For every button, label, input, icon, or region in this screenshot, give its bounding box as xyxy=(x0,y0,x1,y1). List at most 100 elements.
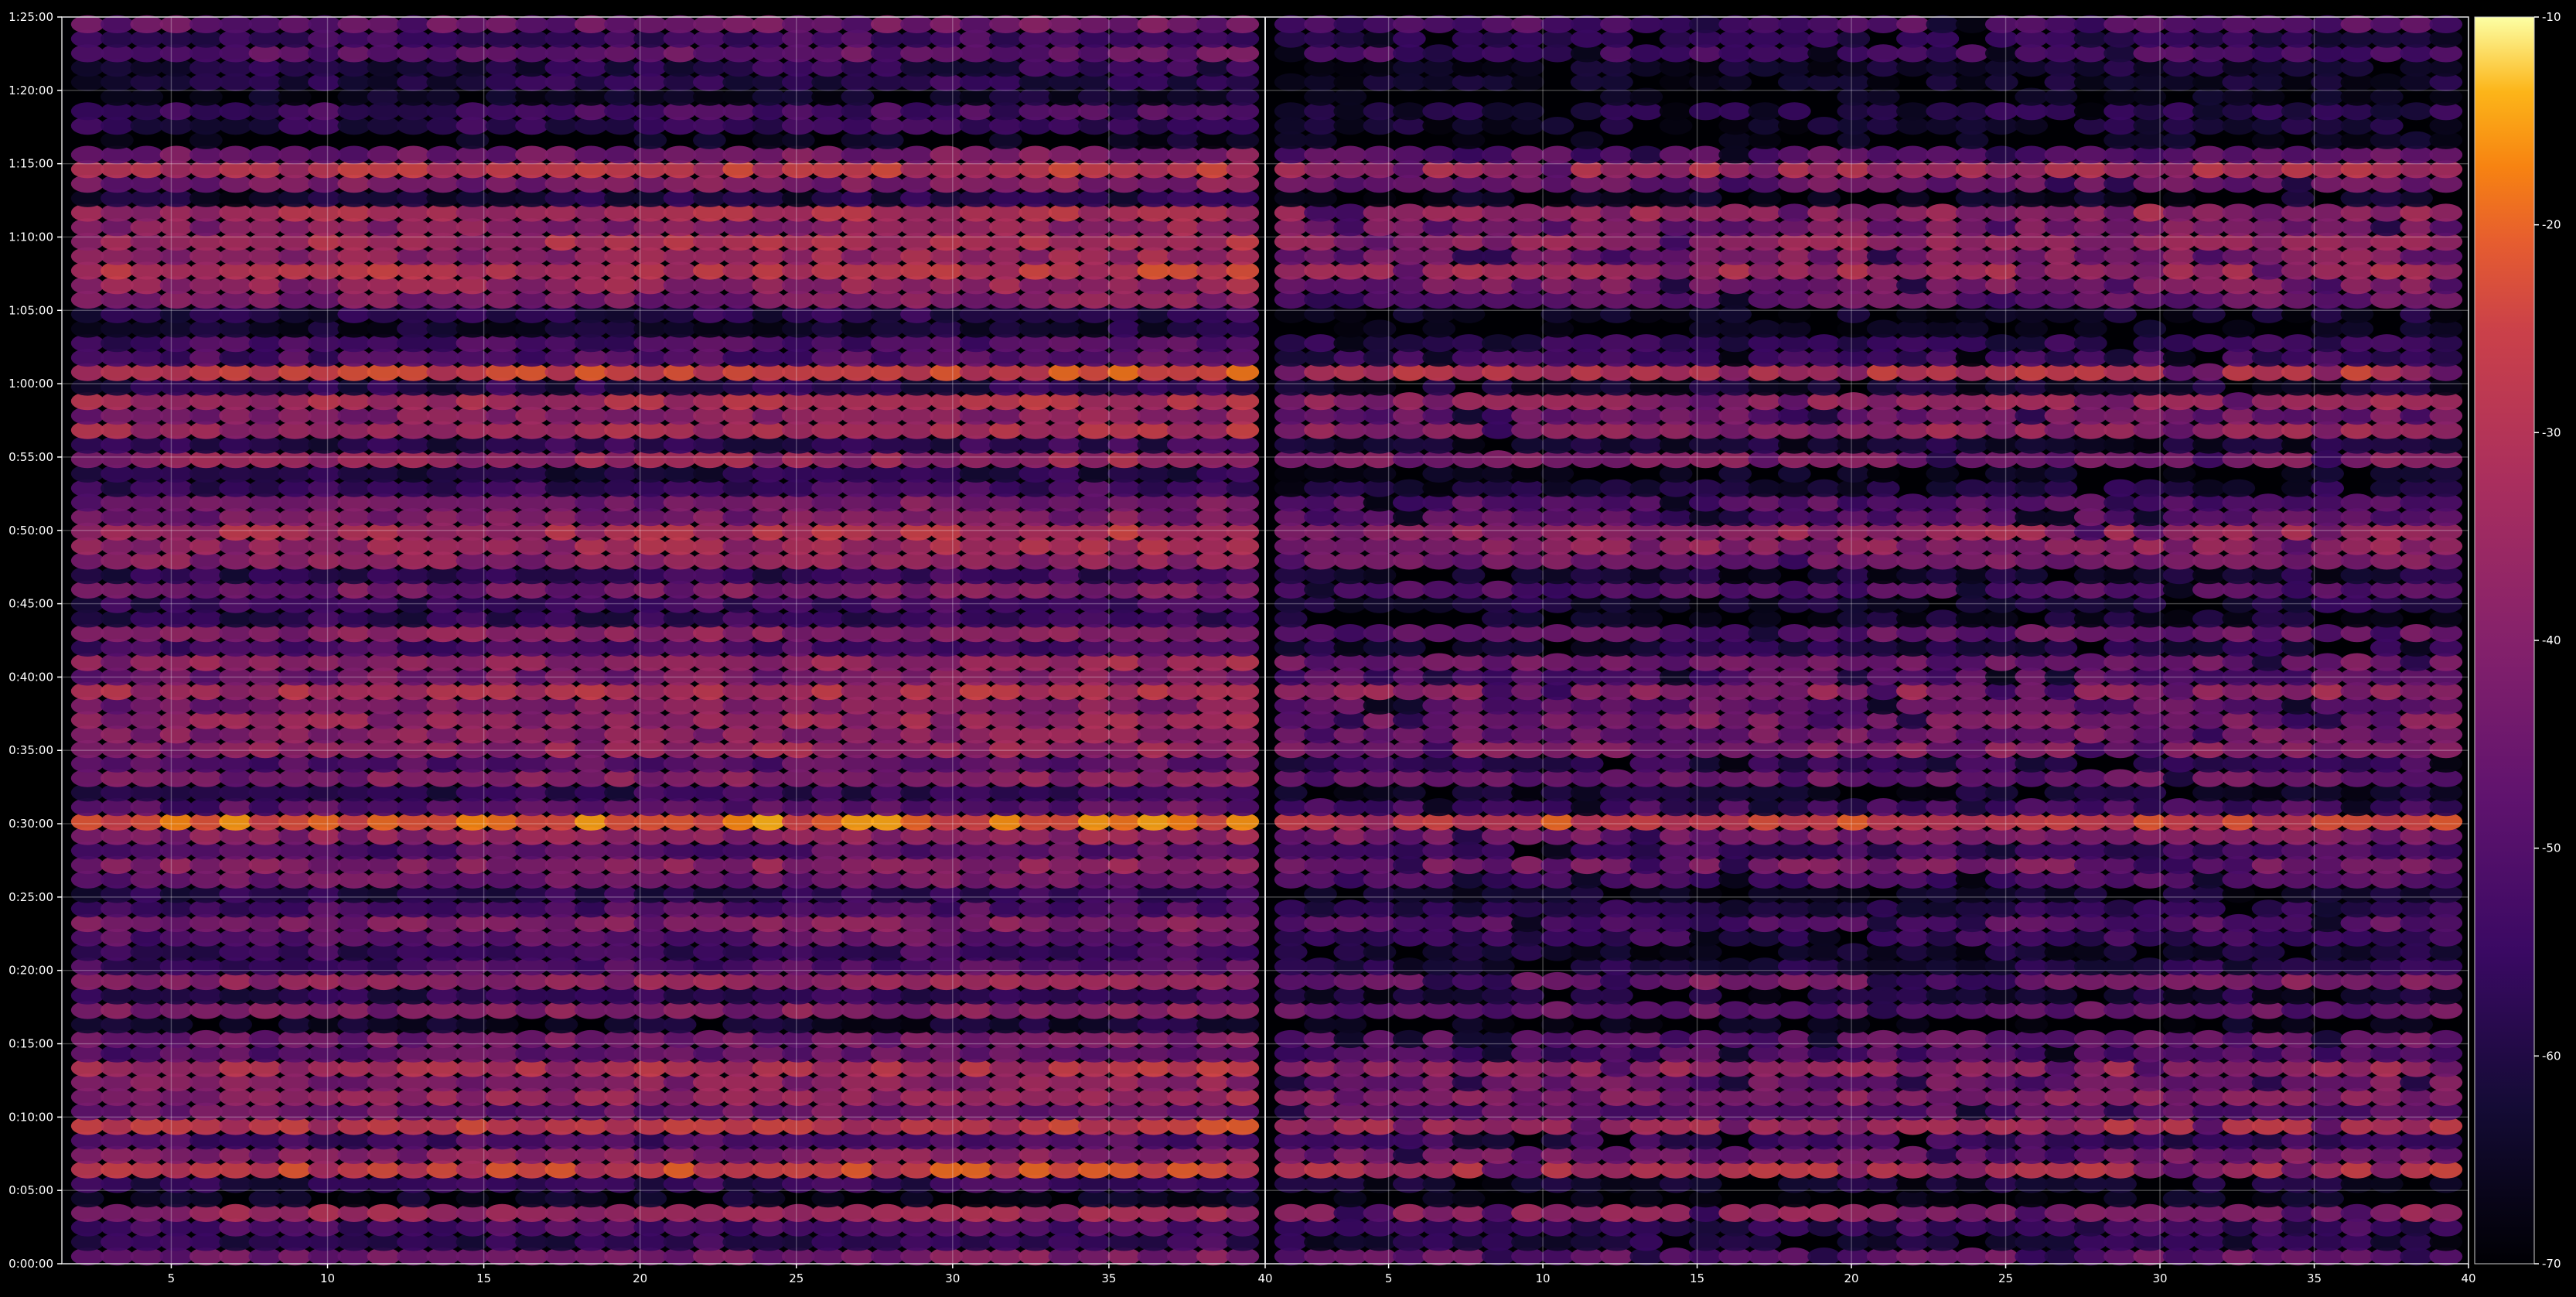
heatmap-cell xyxy=(278,145,312,164)
heatmap-cell xyxy=(693,1029,726,1049)
heatmap-cell xyxy=(604,1203,637,1222)
heatmap-cell xyxy=(1511,855,1544,875)
heatmap-cell xyxy=(1422,653,1456,671)
heatmap-cell xyxy=(219,1203,252,1222)
heatmap-cell xyxy=(2192,1029,2226,1049)
heatmap-cell xyxy=(308,15,341,33)
heatmap-cell xyxy=(1511,1145,1544,1164)
heatmap-cell xyxy=(1166,15,1200,33)
spectrogram-figure: 0:00:00 0:05:00 0:10:00 0:15:00 0:20:00 0:25:… xyxy=(0,0,2576,1293)
heatmap-cell xyxy=(2251,899,2285,918)
heatmap-cell xyxy=(604,145,637,164)
heatmap-cell xyxy=(130,145,164,164)
heatmap-cell xyxy=(130,15,164,33)
heatmap-cell xyxy=(1018,145,1053,164)
heatmap-cell xyxy=(1837,1203,1871,1222)
heatmap-cell xyxy=(2340,653,2374,671)
heatmap-cell xyxy=(485,15,519,33)
heatmap-cell xyxy=(1392,957,1426,976)
heatmap-cell xyxy=(989,15,1022,33)
heatmap-cell xyxy=(1392,1029,1426,1049)
heatmap-cell xyxy=(2073,1001,2107,1019)
heatmap-cell xyxy=(1866,1203,1900,1222)
heatmap-cell xyxy=(1659,1001,1693,1019)
heatmap-cell xyxy=(2222,913,2256,933)
heatmap-cell xyxy=(1333,899,1367,918)
heatmap-cell xyxy=(1718,1145,1752,1164)
heatmap-cell xyxy=(1748,1203,1782,1222)
heatmap-cell xyxy=(1304,798,1337,817)
heatmap-cell xyxy=(2311,1001,2345,1019)
heatmap-cell xyxy=(1511,1203,1544,1222)
heatmap-cell xyxy=(841,1203,875,1222)
heatmap-cell xyxy=(1866,798,1900,817)
heatmap-cell xyxy=(1196,15,1230,33)
heatmap-cell xyxy=(1807,1203,1841,1222)
heatmap-cell xyxy=(337,15,371,33)
heatmap-cell xyxy=(1274,899,1308,918)
heatmap-cell xyxy=(485,145,519,164)
heatmap-cell xyxy=(101,15,134,33)
heatmap-cell xyxy=(1718,957,1752,976)
heatmap-cell xyxy=(2222,1203,2256,1222)
heatmap-cell xyxy=(1304,1203,1337,1222)
heatmap-cell xyxy=(159,102,193,121)
heatmap-cell xyxy=(1511,971,1544,991)
heatmap-cell xyxy=(574,145,608,164)
heatmap-cell xyxy=(308,145,341,164)
heatmap-cell xyxy=(1363,1029,1397,1049)
heatmap-cell xyxy=(1866,1029,1900,1049)
heatmap-cell xyxy=(1274,1203,1308,1222)
heatmap-cell xyxy=(219,102,252,121)
heatmap-cell xyxy=(1600,899,1633,918)
heatmap-cell xyxy=(2133,899,2167,918)
heatmap-cell xyxy=(633,15,667,33)
heatmap-cell xyxy=(1955,1203,1989,1222)
heatmap-cell xyxy=(930,145,964,164)
heatmap-cell xyxy=(1048,1203,1082,1222)
heatmap-cell xyxy=(367,1203,401,1222)
heatmap-cell xyxy=(1077,145,1111,164)
heatmap-cell xyxy=(2044,1029,2078,1049)
heatmap-cell xyxy=(2340,1029,2374,1049)
heatmap-cell xyxy=(1659,1029,1693,1049)
left-heatmap-panel xyxy=(62,15,1265,1266)
heatmap-cell xyxy=(1955,1029,1989,1049)
heatmap-cell xyxy=(2133,1203,2167,1222)
heatmap-cell xyxy=(1304,957,1337,976)
heatmap-cell xyxy=(870,102,904,121)
heatmap-cell xyxy=(1837,798,1871,817)
heatmap-cell xyxy=(663,145,697,164)
heatmap-cell xyxy=(693,15,726,33)
heatmap-cell xyxy=(900,145,933,164)
heatmap-cell xyxy=(2281,957,2315,976)
heatmap-cell xyxy=(1570,1029,1604,1049)
heatmap-cell xyxy=(426,1203,460,1222)
heatmap-cell xyxy=(515,145,548,164)
heatmap-cell xyxy=(1777,1248,1811,1266)
heatmap-cell xyxy=(663,15,697,33)
heatmap-cell xyxy=(574,1029,608,1049)
heatmap-cell xyxy=(900,15,933,33)
heatmap-cell xyxy=(159,145,193,164)
heatmap-cell xyxy=(2073,653,2107,671)
heatmap-cell xyxy=(70,145,104,164)
heatmap-cell xyxy=(811,145,845,164)
heatmap-cell xyxy=(1452,1189,1486,1208)
heatmap-cell xyxy=(1137,15,1171,33)
heatmap-cell xyxy=(248,145,282,164)
heatmap-cell xyxy=(248,15,282,33)
heatmap-cell xyxy=(1984,1203,2018,1222)
heatmap-cell xyxy=(2162,1189,2196,1208)
heatmap-cell xyxy=(159,15,193,33)
heatmap-cell xyxy=(367,15,401,33)
heatmap-cell xyxy=(1048,145,1082,164)
heatmap-cell xyxy=(397,15,430,33)
heatmap-cell xyxy=(1718,1001,1752,1019)
heatmap-cell xyxy=(841,15,875,33)
heatmap-cell xyxy=(189,15,223,33)
heatmap-cell xyxy=(959,15,993,33)
heatmap-cell xyxy=(1481,1203,1515,1222)
heatmap-cell xyxy=(308,1203,341,1222)
heatmap-cell xyxy=(1718,1203,1752,1222)
